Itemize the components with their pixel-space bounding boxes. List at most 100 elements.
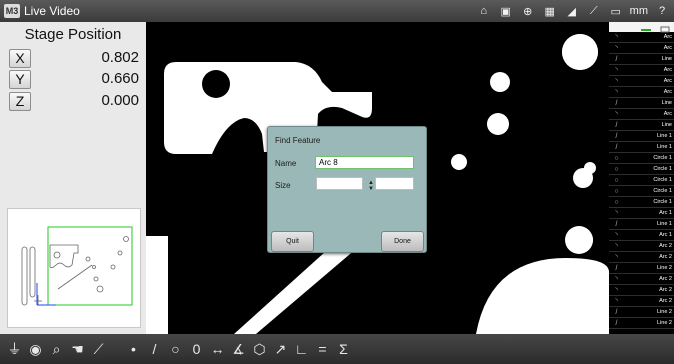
feature-list-item-label: Line 1 [657,221,672,227]
help-button[interactable]: ? [654,4,670,19]
feature-list-item[interactable]: ◝ Arc [609,43,674,54]
circle-tool-icon[interactable]: ○ [167,338,184,360]
probe-icon[interactable]: ⟋ [586,4,602,19]
hand-probe-icon[interactable]: ☚ [69,338,86,360]
zoom-icon[interactable]: ⌕ [48,338,65,360]
feature-list-item-label: Line [661,100,672,106]
point-tool-icon[interactable]: • [125,338,142,360]
feature-list-item[interactable]: ○ Circle 1 [609,153,674,164]
feature-list-item[interactable]: ◝ Arc 1 [609,230,674,241]
feature-list-item[interactable]: ◝ Arc [609,109,674,120]
axis-z-button[interactable]: Z [9,92,31,111]
distance-tool-icon[interactable]: ↔ [209,338,226,360]
circle-feature-icon: ○ [614,177,619,184]
feature-list-item[interactable]: ◝ Arc [609,76,674,87]
feature-list-item[interactable]: ◝ Arc 2 [609,241,674,252]
find-feature-dialog: Find Feature Name Size ▲▼ Quit Done [267,126,427,253]
feature-list-item[interactable]: / Line 2 [609,307,674,318]
feature-list-item-label: Line [661,56,672,62]
feature-list-item-label: Arc 2 [659,287,672,293]
light-icon[interactable]: ◉ [27,338,44,360]
feature-list-item[interactable]: ○ Circle 1 [609,175,674,186]
perpendicular-tool-icon[interactable]: ∟ [293,338,310,360]
sum-tool-icon[interactable]: Σ [335,338,352,360]
feature-list-item[interactable]: / Line 1 [609,142,674,153]
feature-list-item[interactable]: / Line 1 [609,131,674,142]
edge-tool-icon[interactable]: ⟋ [90,338,107,360]
feature-list-item[interactable]: ◝ Arc 2 [609,252,674,263]
feature-list-item[interactable]: / Line 2 [609,263,674,274]
line-feature-icon: / [615,309,618,316]
line-feature-icon: / [615,133,618,140]
feature-list-item[interactable]: ○ Circle 1 [609,164,674,175]
size-label: Size [275,181,291,190]
size-max-input[interactable] [375,177,414,190]
feature-list-item[interactable]: / Line 1 [609,219,674,230]
slot-tool-icon[interactable]: 0 [188,338,205,360]
feature-list-item[interactable]: / Line [609,54,674,65]
line-feature-icon: / [615,100,618,107]
axis-row-y: Y 0.660 [9,70,139,89]
line-feature-icon: / [615,320,618,327]
feature-list-item-label: Arc 2 [659,243,672,249]
home-icon[interactable]: ⌂ [476,4,492,19]
feature-list-item[interactable]: ◝ Arc [609,32,674,43]
size-spinner-icon[interactable]: ▲ ▼ [368,180,374,192]
feature-list-item-label: Arc 2 [659,276,672,282]
dialog-title: Find Feature [275,136,321,145]
feature-list-item-label: Circle 1 [653,188,672,194]
feature-list-item[interactable]: ◝ Arc [609,87,674,98]
part-icon[interactable]: ⏚ [6,338,23,360]
feature-list-item[interactable]: ◝ Arc 2 [609,274,674,285]
plane-tool-icon[interactable]: ⬡ [251,338,268,360]
feature-list-item-label: Arc [663,78,672,84]
axis-y-button[interactable]: Y [9,70,31,89]
feature-list-item[interactable]: ○ Circle 1 [609,197,674,208]
line-feature-icon: / [615,221,618,228]
feature-list-item[interactable]: ◝ Arc 1 [609,208,674,219]
axis-y-value: 0.660 [101,70,139,87]
axis-row-x: X 0.802 [9,49,139,68]
feature-list-item-label: Circle 1 [653,166,672,172]
construct-tool-icon[interactable]: ↗ [272,338,289,360]
line-tool-icon[interactable]: / [146,338,163,360]
equal-tool-icon[interactable]: = [314,338,331,360]
circle-feature-icon: ○ [614,166,619,173]
app-logo-icon: M3 [4,4,20,18]
stage-panel: Stage Position X 0.802 Y 0.660 Z 0.000 [0,22,146,334]
feature-list-item-label: Line 1 [657,144,672,150]
feature-list-item-label: Arc 1 [659,232,672,238]
feature-list-item[interactable]: / Line [609,98,674,109]
feature-list-item[interactable]: ◝ Arc [609,65,674,76]
feature-list-item[interactable]: / Line [609,120,674,131]
angle-tool-icon[interactable]: ∡ [230,338,247,360]
feature-list-item[interactable]: ◝ Arc 2 [609,285,674,296]
feature-list-item-label: Arc 1 [659,210,672,216]
crosshair-icon[interactable]: ⊕ [520,4,536,19]
feature-list-item-label: Circle 1 [653,199,672,205]
line-feature-icon: / [615,144,618,151]
done-button[interactable]: Done [381,231,424,252]
arc-feature-icon: ◝ [615,111,618,118]
feature-list-item[interactable]: / Line 2 [609,318,674,329]
ruler-icon[interactable]: ▭ [608,4,624,19]
feature-list-item[interactable]: ○ Circle 1 [609,186,674,197]
circle-feature-icon: ○ [614,199,619,206]
name-input[interactable] [315,156,414,169]
part-overview-thumbnail[interactable] [7,208,141,328]
quit-button[interactable]: Quit [271,231,314,252]
title-bar: M3 Live Video ⌂ ▣ ⊕ ▦ ◢ ⟋ ▭ mm ? [0,0,674,22]
video-camera-icon[interactable]: ▣ [498,4,514,19]
size-min-input[interactable] [316,177,363,190]
arc-feature-icon: ◝ [615,243,618,250]
feature-list[interactable]: ◝ Arc ◝ Arc / Line ◝ Arc ◝ Arc ◝ Arc / Line ◝ Arc / Line /… [609,22,674,334]
grid-icon[interactable]: ▦ [542,4,558,19]
units-label[interactable]: mm [630,4,648,19]
axis-x-button[interactable]: X [9,49,31,68]
feature-list-item-label: Line 1 [657,133,672,139]
arc-feature-icon: ◝ [615,210,618,217]
feature-list-item-label: Line 2 [657,320,672,326]
feature-list-item[interactable]: ◝ Arc 2 [609,296,674,307]
measure-icon[interactable]: ◢ [564,4,580,19]
arc-feature-icon: ◝ [615,232,618,239]
